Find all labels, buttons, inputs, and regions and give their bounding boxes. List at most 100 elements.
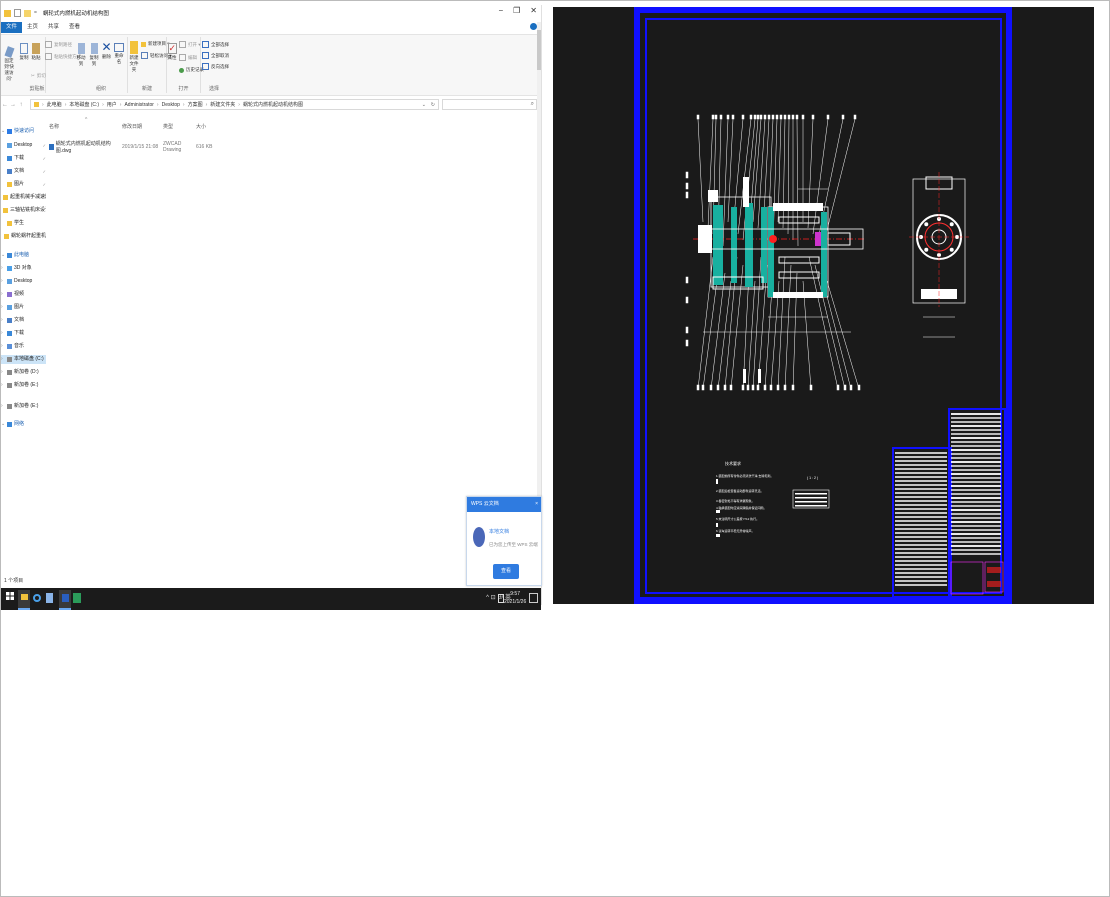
expand-chevron-icon[interactable]: › — [1, 277, 5, 286]
expand-chevron-icon[interactable]: › — [1, 368, 5, 377]
file-row[interactable]: 蜗轮式内燃机起动机结构图.dwg 2019/1/15 21:08 ZWCAD D… — [49, 141, 226, 154]
breadcrumb-plans[interactable]: 方案图 — [188, 101, 203, 108]
copy-to-button[interactable]: 复制到 — [88, 43, 100, 67]
refresh-button[interactable]: ↻ — [431, 102, 435, 108]
rename-button[interactable]: 重命名 — [113, 43, 125, 65]
move-to-button[interactable]: 移动到 — [75, 43, 87, 67]
select-all-button[interactable]: 全部选择 — [202, 41, 229, 48]
scrollbar-thumb[interactable] — [537, 30, 541, 70]
close-button[interactable]: ✕ — [530, 6, 537, 15]
invert-selection-button[interactable]: 反向选择 — [202, 63, 229, 70]
properties-icon[interactable] — [14, 9, 21, 17]
column-header-size[interactable]: 大小 — [196, 123, 226, 130]
start-windows-icon[interactable] — [6, 592, 16, 605]
open-button[interactable]: 打开 ▾ — [179, 41, 201, 48]
forward-button[interactable]: → — [9, 102, 17, 108]
expand-chevron-icon[interactable]: › — [1, 329, 5, 338]
breadcrumb-c-drive[interactable]: 本地磁盘 (C:) — [69, 101, 99, 108]
copy-path-button[interactable]: 复制路径 — [45, 41, 72, 48]
breadcrumb-current-folder[interactable]: 蜗轮式内燃机起动机结构图 — [243, 101, 303, 108]
sidebar-item[interactable]: ⌄ 此电脑 — [1, 251, 46, 260]
expand-chevron-icon[interactable]: ⌄ — [1, 127, 5, 136]
select-none-button[interactable]: 全部取消 — [202, 52, 229, 59]
sidebar-item[interactable]: 学生 — [1, 219, 46, 228]
expand-chevron-icon[interactable]: › — [1, 303, 5, 312]
help-icon[interactable] — [530, 23, 537, 30]
sidebar-item[interactable]: › 图片 — [1, 303, 46, 312]
taskbar-document-icon[interactable] — [46, 592, 56, 605]
tab-view[interactable]: 查看 — [64, 22, 85, 33]
back-button[interactable]: ← — [1, 102, 9, 108]
tab-file[interactable]: 文件 — [1, 22, 23, 33]
sidebar-item[interactable]: ⌄ 网络 — [1, 420, 46, 429]
sidebar-item[interactable]: › 下载 — [1, 329, 46, 338]
pin-quick-access-button[interactable]: 固定到'快速访问' — [2, 46, 16, 82]
column-header-name[interactable]: 名称 — [49, 123, 122, 130]
paste-button[interactable]: 粘贴 — [30, 43, 42, 61]
cut-button[interactable]: ✂ 剪切 — [31, 73, 46, 79]
new-item-button[interactable]: 新建项目 ▾ — [141, 41, 170, 47]
sidebar-item[interactable]: › 新加卷 (E:) — [1, 402, 46, 411]
expand-chevron-icon[interactable]: › — [1, 342, 5, 351]
part-number-tag — [723, 384, 727, 391]
sidebar-item[interactable]: 图片 ✓ — [1, 180, 46, 189]
expand-chevron-icon[interactable]: › — [1, 264, 5, 273]
up-button[interactable]: ↑ — [17, 102, 25, 108]
taskbar-explorer-button[interactable] — [18, 590, 30, 610]
expand-chevron-icon[interactable]: › — [1, 290, 5, 299]
folder-icon[interactable] — [4, 9, 11, 17]
sidebar-item[interactable]: ⌄ 快速访问 — [1, 127, 46, 136]
sidebar-item[interactable]: 起重机械手减速器设计 — [1, 193, 46, 202]
sidebar-item[interactable]: 三轴钻铣机床设计 — [1, 206, 46, 215]
expand-chevron-icon[interactable]: ⌄ — [1, 420, 5, 429]
column-header-type[interactable]: 类型 — [163, 123, 196, 130]
sidebar-item[interactable]: › 视频 — [1, 290, 46, 299]
breadcrumb-new-folder[interactable]: 新建文件夹 — [210, 101, 235, 108]
breadcrumb-administrator[interactable]: Administrator — [124, 102, 153, 108]
sidebar-item[interactable]: Desktop ✓ — [1, 141, 46, 150]
expand-chevron-icon[interactable]: › — [1, 355, 5, 364]
sidebar-item[interactable]: › 文档 — [1, 316, 46, 325]
sidebar-item[interactable]: › 新加卷 (D:) — [1, 368, 46, 377]
tab-home[interactable]: 主页 — [22, 22, 43, 33]
edit-button[interactable]: 编辑 — [179, 54, 197, 61]
expand-chevron-icon[interactable]: ⌄ — [1, 251, 5, 260]
sidebar-item[interactable]: › Desktop — [1, 277, 46, 286]
delete-button[interactable]: ✕ 删除 — [101, 41, 112, 60]
breadcrumb-users[interactable]: 用户 — [107, 101, 117, 108]
taskbar-browser-icon[interactable] — [33, 592, 43, 605]
parts-list-row — [895, 480, 947, 482]
sidebar-item[interactable]: › 本地磁盘 (C:) — [1, 355, 46, 364]
expand-chevron-icon[interactable]: › — [1, 402, 5, 411]
sidebar-item[interactable]: › 音乐 — [1, 342, 46, 351]
breadcrumb-desktop[interactable]: Desktop — [162, 102, 180, 108]
minimize-button[interactable]: − — [498, 6, 503, 15]
maximize-button[interactable]: ❐ — [513, 6, 520, 15]
sidebar-item[interactable]: 蜗轮蜗杆起重机 — [1, 232, 46, 241]
taskbar-clock[interactable]: 9:57 2021/1/26 — [504, 590, 526, 606]
notification-center-icon[interactable] — [529, 593, 538, 603]
new-folder-icon[interactable] — [24, 9, 31, 17]
properties-button[interactable]: ✓ 属性 — [167, 43, 177, 61]
tab-share[interactable]: 共享 — [43, 22, 64, 33]
sidebar-item[interactable]: › 3D 对象 — [1, 264, 46, 273]
sidebar-item[interactable]: › 新加卷 (E:) — [1, 381, 46, 390]
sidebar-item[interactable]: 下载 ✓ — [1, 154, 46, 163]
breadcrumb-this-pc[interactable]: 此电脑 — [47, 101, 62, 108]
popup-view-button[interactable]: 查看 — [493, 564, 519, 579]
address-bar[interactable]: › 此电脑 › 本地磁盘 (C:) › 用户 › Administrator › Des… — [30, 99, 439, 110]
taskbar-cad-icon[interactable] — [59, 590, 71, 610]
address-dropdown-icon[interactable]: ⌄ — [422, 102, 426, 108]
expand-chevron-icon[interactable]: › — [1, 316, 5, 325]
qa-dropdown-icon[interactable]: = — [34, 10, 37, 16]
leader-line — [807, 118, 814, 229]
new-folder-button[interactable]: 新建文件夹 — [128, 41, 140, 73]
taskbar-app-icon[interactable] — [73, 592, 83, 605]
search-input[interactable]: ⌕ — [442, 99, 537, 110]
column-header-date[interactable]: 修改日期 — [122, 123, 163, 130]
copy-button[interactable]: 复制 — [19, 43, 29, 61]
expand-chevron-icon[interactable]: › — [1, 381, 5, 390]
popup-close-button[interactable]: × — [535, 497, 538, 512]
parts-list-row — [951, 481, 1001, 483]
sidebar-item[interactable]: 文档 ✓ — [1, 167, 46, 176]
